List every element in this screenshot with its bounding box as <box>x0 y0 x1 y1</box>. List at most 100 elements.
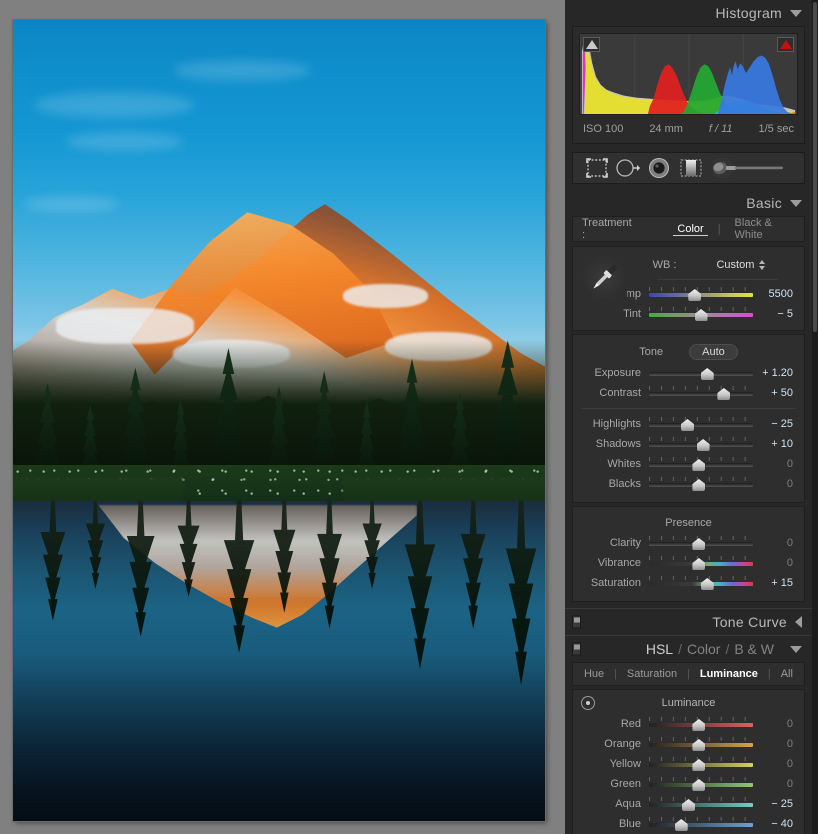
slider-value-vibrance[interactable]: 0 <box>753 557 799 569</box>
slider-track-clarity[interactable] <box>649 535 753 551</box>
slider-value-aqua[interactable]: − 25 <box>753 798 799 810</box>
slider-track-highlights[interactable] <box>649 416 753 432</box>
graduated-filter-tool[interactable] <box>676 156 706 180</box>
treatment-option-black-and-white[interactable]: Black & White <box>731 217 804 241</box>
slider-label-shadows: Shadows <box>595 438 641 450</box>
slider-value-highlights[interactable]: − 25 <box>753 418 799 430</box>
target-dot-icon <box>586 701 590 705</box>
image-viewport[interactable] <box>0 0 565 834</box>
tab-all[interactable]: All <box>781 668 793 680</box>
histogram-widget[interactable]: ISO 100 24 mm f / 11 1/5 sec <box>572 26 805 144</box>
slider-track-temp[interactable] <box>649 286 753 302</box>
adjustment-brush-tool[interactable] <box>707 156 795 180</box>
treatment-selector[interactable]: Treatment : Color | Black & White <box>572 216 805 242</box>
slider-row-blue[interactable]: Blue − 40 <box>573 814 804 834</box>
develop-tool-strip[interactable] <box>572 152 805 184</box>
slider-track-green[interactable] <box>649 776 753 792</box>
snowfield <box>342 284 428 309</box>
slider-row-tint[interactable]: Tint − 5 <box>573 304 804 324</box>
slider-row-yellow[interactable]: Yellow 0 <box>573 754 804 774</box>
red-eye-icon <box>649 158 670 178</box>
slider-value-orange[interactable]: 0 <box>753 738 799 750</box>
tone-curve-panel-header[interactable]: Tone Curve <box>565 609 812 635</box>
white-balance-selector-tool[interactable] <box>581 255 627 301</box>
slider-ticks <box>649 777 753 781</box>
slider-track-contrast[interactable] <box>649 385 753 401</box>
slider-track-aqua[interactable] <box>649 796 753 812</box>
chevron-left-icon[interactable] <box>795 616 802 628</box>
slider-ticks <box>649 556 753 560</box>
slider-row-highlights[interactable]: Highlights − 25 <box>573 414 804 434</box>
slider-row-contrast[interactable]: Contrast + 50 <box>573 383 804 403</box>
slider-row-green[interactable]: Green 0 <box>573 774 804 794</box>
shadow-clipping-indicator[interactable] <box>583 37 600 52</box>
highlight-clipping-indicator[interactable] <box>777 37 794 52</box>
slider-track-orange[interactable] <box>649 736 753 752</box>
slider-row-whites[interactable]: Whites 0 <box>573 454 804 474</box>
slider-track-yellow[interactable] <box>649 756 753 772</box>
slider-row-vibrance[interactable]: Vibrance 0 <box>573 553 804 573</box>
hsl-panel-header[interactable]: HSL / Color / B & W <box>565 636 812 662</box>
auto-tone-button[interactable]: Auto <box>689 344 738 360</box>
slider-value-red[interactable]: 0 <box>753 718 799 730</box>
histogram-canvas[interactable] <box>579 33 798 115</box>
scrollbar-thumb[interactable] <box>813 2 817 332</box>
panel-scroll-area[interactable]: Histogram ISO 100 24 mm f / 11 1/5 sec B… <box>565 0 812 834</box>
slider-value-saturation[interactable]: + 15 <box>753 577 799 589</box>
slider-row-clarity[interactable]: Clarity 0 <box>573 533 804 553</box>
tone-group-header: Tone Auto <box>573 341 804 363</box>
tab-luminance[interactable]: Luminance <box>700 668 758 680</box>
slider-value-blacks[interactable]: 0 <box>753 478 799 490</box>
slider-value-green[interactable]: 0 <box>753 778 799 790</box>
panel-scrollbar[interactable] <box>812 0 818 834</box>
slider-track-blacks[interactable] <box>649 476 753 492</box>
slider-value-contrast[interactable]: + 50 <box>753 387 799 399</box>
hsl-title-segment-color[interactable]: Color <box>687 641 720 657</box>
slider-value-exposure[interactable]: + 1.20 <box>753 367 799 379</box>
hsl-title-segment-hsl[interactable]: HSL <box>646 641 673 657</box>
chevron-down-icon[interactable] <box>790 645 802 653</box>
crop-overlay-tool[interactable] <box>582 156 612 180</box>
spot-removal-tool[interactable] <box>613 156 643 180</box>
mountain-sunrise-lake-reflection-photo[interactable] <box>13 20 545 821</box>
slider-row-aqua[interactable]: Aqua − 25 <box>573 794 804 814</box>
chevron-down-icon[interactable] <box>790 9 802 17</box>
basic-panel-header[interactable]: Basic <box>565 190 812 216</box>
target-adjustment-tool[interactable] <box>581 696 595 710</box>
slider-row-blacks[interactable]: Blacks 0 <box>573 474 804 494</box>
slider-track-saturation[interactable] <box>649 575 753 591</box>
develop-right-panel[interactable]: Histogram ISO 100 24 mm f / 11 1/5 sec B… <box>565 0 818 834</box>
slider-track-shadows[interactable] <box>649 436 753 452</box>
slider-track-whites[interactable] <box>649 456 753 472</box>
tab-saturation[interactable]: Saturation <box>627 668 677 680</box>
slider-row-red[interactable]: Red 0 <box>573 714 804 734</box>
slider-value-temp[interactable]: 5500 <box>753 288 799 300</box>
slider-row-orange[interactable]: Orange 0 <box>573 734 804 754</box>
hsl-tab-bar[interactable]: Hue | Saturation | Luminance | All <box>572 662 805 686</box>
slider-handle-exposure[interactable] <box>700 368 714 380</box>
slider-row-exposure[interactable]: Exposure + 1.20 <box>573 363 804 383</box>
slider-row-saturation[interactable]: Saturation + 15 <box>573 573 804 593</box>
histogram-panel-header[interactable]: Histogram <box>565 0 812 26</box>
slider-track-blue[interactable] <box>649 816 753 832</box>
treatment-option-color[interactable]: Color <box>673 223 708 236</box>
slider-value-shadows[interactable]: + 10 <box>753 438 799 450</box>
slider-value-tint[interactable]: − 5 <box>753 308 799 320</box>
slider-value-whites[interactable]: 0 <box>753 458 799 470</box>
slider-track-red[interactable] <box>649 716 753 732</box>
slider-value-yellow[interactable]: 0 <box>753 758 799 770</box>
slider-value-blue[interactable]: − 40 <box>753 818 799 830</box>
hsl-panel-switch[interactable] <box>572 642 581 656</box>
slider-track-tint[interactable] <box>649 306 753 322</box>
chevron-down-icon[interactable] <box>790 199 802 207</box>
wb-preset-dropdown[interactable]: Custom <box>716 259 766 271</box>
tone-curve-panel-switch[interactable] <box>572 615 581 629</box>
red-eye-correction-tool[interactable] <box>644 156 674 180</box>
slider-value-clarity[interactable]: 0 <box>753 537 799 549</box>
slider-track-vibrance[interactable] <box>649 555 753 571</box>
hsl-title-segment-bw[interactable]: B & W <box>734 641 774 657</box>
slider-track-exposure[interactable] <box>649 365 753 381</box>
photo-frame[interactable] <box>13 20 545 821</box>
slider-row-shadows[interactable]: Shadows + 10 <box>573 434 804 454</box>
tab-hue[interactable]: Hue <box>584 668 604 680</box>
